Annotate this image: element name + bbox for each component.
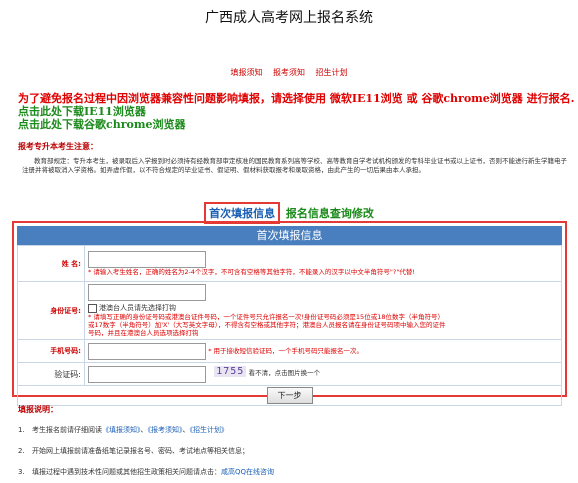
page-title: 广西成人高考网上报名系统 xyxy=(205,10,373,26)
top-nav-links: 填报须知 报考须知 招生计划 xyxy=(0,67,578,78)
browser-notice-text: 为了避免报名过程中因浏览器兼容性问题影响填报，请选择使用 微软IE11浏览 或 … xyxy=(18,92,575,105)
browser-notice: 为了避免报名过程中因浏览器兼容性问题影响填报，请选择使用 微软IE11浏览 或 … xyxy=(18,92,578,131)
name-label: 姓 名: xyxy=(17,245,85,282)
phone-input[interactable] xyxy=(88,342,206,360)
name-input[interactable] xyxy=(88,251,206,268)
instruction-item-3: 3. 填报过程中遇到技术性问题或其他招生政策相关问题请点击：咸高QQ在线咨询 xyxy=(18,468,275,476)
id-label: 身份证号: xyxy=(17,281,85,340)
form-table: 姓 名: * 请输入考生姓名，正确的姓名为2-4个汉字，不可含有空格等其他字符，… xyxy=(17,245,562,406)
captcha-label: 验证码: xyxy=(17,362,85,386)
id-number-input[interactable] xyxy=(88,284,206,301)
nav-link-fill-notice[interactable]: 填报须知 xyxy=(230,68,262,77)
qq-consult-link[interactable]: 咸高QQ在线咨询 xyxy=(221,468,274,476)
hk-checkbox[interactable] xyxy=(88,303,97,313)
hk-checkbox-label: 港澳台人员请先选择打钩 xyxy=(99,304,176,312)
phone-label: 手机号码: xyxy=(17,339,85,363)
captcha-input[interactable] xyxy=(88,365,206,383)
instruction-item-2: 2. 开始网上填报前请准备纸笔记录报名号、密码、考试地点等相关信息； xyxy=(18,447,249,455)
id-hint: * 请填写正确的身份证号码或港澳台证件号码，一个证件号只允许报名一次!身份证号码… xyxy=(88,313,446,337)
instructions-list: 1. 考生报名前请仔细阅读《填报须知》、《报考须知》、《招生计划》 2. 开始网上填… xyxy=(18,420,274,483)
tab-query-modify[interactable]: 报名信息查询修改 xyxy=(286,205,374,221)
download-chrome-link[interactable]: 点击此处下载谷歌chrome浏览器 xyxy=(18,118,578,131)
exam-notice-link[interactable]: 《报考须知》 xyxy=(148,426,183,434)
upgrade-notice-text: 教育部规定：专升本考生，被录取后入学报到时必须持有经教育部审定核准的国民教育系列… xyxy=(22,157,567,174)
hk-checkbox-row[interactable]: 港澳台人员请先选择打钩 xyxy=(88,303,206,313)
instruction-item-1: 1. 考生报名前请仔细阅读《填报须知》、《报考须知》、《招生计划》 xyxy=(18,426,229,434)
form-heading: 首次填报信息 xyxy=(17,226,562,245)
instructions-title: 填报说明： xyxy=(18,405,58,414)
nav-link-exam-notice[interactable]: 报考须知 xyxy=(273,68,305,77)
captcha-refresh-hint[interactable]: 看不清，点击图片换一个 xyxy=(249,369,321,377)
registration-form: 首次填报信息 姓 名: * 请输入考生姓名，正确的姓名为2-4个汉字，不可含有空… xyxy=(12,221,567,406)
captcha-image[interactable]: 1755 xyxy=(214,365,247,377)
download-ie-link[interactable]: 点击此处下载IE11浏览器 xyxy=(18,105,578,118)
next-step-button[interactable]: 下一步 xyxy=(266,387,313,404)
fill-notice-link[interactable]: 《填报须知》 xyxy=(102,426,141,434)
enrollment-plan-link[interactable]: 《招生计划》 xyxy=(190,426,229,434)
phone-hint: * 用于接收短信验证码，一个手机号码只能报名一次。 xyxy=(208,346,364,355)
upgrade-notice-title: 报考专升本考生注意： xyxy=(18,142,98,151)
nav-link-enrollment-plan[interactable]: 招生计划 xyxy=(316,68,348,77)
name-hint: * 请输入考生姓名，正确的姓名为2-4个汉字，不可含有空格等其他字符，不能录入的… xyxy=(88,268,415,276)
